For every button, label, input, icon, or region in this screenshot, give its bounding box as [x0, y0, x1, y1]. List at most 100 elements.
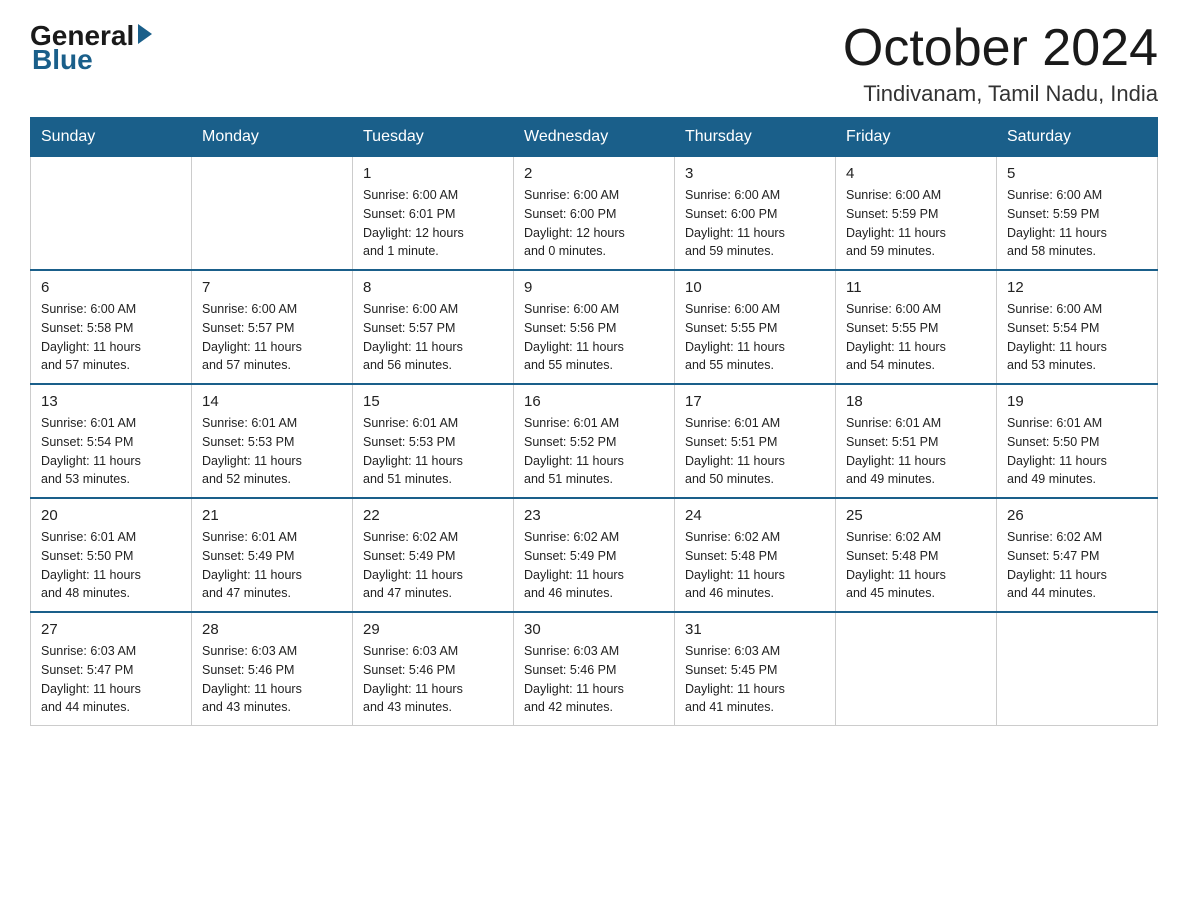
calendar-week-row: 6 Sunrise: 6:00 AM Sunset: 5:58 PM Daylig… [31, 270, 1158, 384]
day-info: Sunrise: 6:01 AM Sunset: 5:50 PM Dayligh… [1007, 414, 1147, 489]
day-info: Sunrise: 6:02 AM Sunset: 5:48 PM Dayligh… [846, 528, 986, 603]
calendar-cell [192, 157, 353, 271]
day-number: 14 [202, 393, 342, 410]
calendar-cell [997, 612, 1158, 726]
day-number: 5 [1007, 165, 1147, 182]
day-info: Sunrise: 6:02 AM Sunset: 5:47 PM Dayligh… [1007, 528, 1147, 603]
day-number: 20 [41, 507, 181, 524]
day-number: 17 [685, 393, 825, 410]
calendar-cell: 12 Sunrise: 6:00 AM Sunset: 5:54 PM Dayli… [997, 270, 1158, 384]
calendar-cell: 27 Sunrise: 6:03 AM Sunset: 5:47 PM Dayli… [31, 612, 192, 726]
day-number: 12 [1007, 279, 1147, 296]
calendar-cell: 28 Sunrise: 6:03 AM Sunset: 5:46 PM Dayli… [192, 612, 353, 726]
weekday-header-tuesday: Tuesday [353, 118, 514, 157]
calendar-cell: 7Sunrise: 6:00 AM Sunset: 5:57 PM Daylig… [192, 270, 353, 384]
calendar-cell: 4Sunrise: 6:00 AM Sunset: 5:59 PM Daylig… [836, 157, 997, 271]
calendar-cell: 31 Sunrise: 6:03 AM Sunset: 5:45 PM Dayli… [675, 612, 836, 726]
day-number: 19 [1007, 393, 1147, 410]
day-number: 11 [846, 279, 986, 296]
day-info: Sunrise: 6:02 AM Sunset: 5:49 PM Dayligh… [524, 528, 664, 603]
weekday-header-row: SundayMondayTuesdayWednesdayThursdayFrid… [31, 118, 1158, 157]
day-info: Sunrise: 6:02 AM Sunset: 5:48 PM Dayligh… [685, 528, 825, 603]
day-info: Sunrise: 6:00 AM Sunset: 6:00 PM Dayligh… [685, 186, 825, 261]
calendar-week-row: 1Sunrise: 6:00 AM Sunset: 6:01 PM Daylig… [31, 157, 1158, 271]
day-number: 6 [41, 279, 181, 296]
weekday-header-monday: Monday [192, 118, 353, 157]
weekday-header-wednesday: Wednesday [514, 118, 675, 157]
day-number: 10 [685, 279, 825, 296]
calendar-cell: 29 Sunrise: 6:03 AM Sunset: 5:46 PM Dayli… [353, 612, 514, 726]
weekday-header-thursday: Thursday [675, 118, 836, 157]
calendar-cell: 15 Sunrise: 6:01 AM Sunset: 5:53 PM Dayli… [353, 384, 514, 498]
day-info: Sunrise: 6:01 AM Sunset: 5:54 PM Dayligh… [41, 414, 181, 489]
calendar-cell: 30 Sunrise: 6:03 AM Sunset: 5:46 PM Dayli… [514, 612, 675, 726]
calendar-cell: 10 Sunrise: 6:00 AM Sunset: 5:55 PM Dayli… [675, 270, 836, 384]
calendar-cell: 9Sunrise: 6:00 AM Sunset: 5:56 PM Daylig… [514, 270, 675, 384]
day-info: Sunrise: 6:02 AM Sunset: 5:49 PM Dayligh… [363, 528, 503, 603]
day-number: 3 [685, 165, 825, 182]
day-number: 28 [202, 621, 342, 638]
calendar-cell: 11 Sunrise: 6:00 AM Sunset: 5:55 PM Dayli… [836, 270, 997, 384]
day-info: Sunrise: 6:00 AM Sunset: 5:58 PM Dayligh… [41, 300, 181, 375]
day-number: 31 [685, 621, 825, 638]
calendar-cell: 16 Sunrise: 6:01 AM Sunset: 5:52 PM Dayli… [514, 384, 675, 498]
day-number: 24 [685, 507, 825, 524]
day-info: Sunrise: 6:00 AM Sunset: 5:55 PM Dayligh… [846, 300, 986, 375]
day-info: Sunrise: 6:03 AM Sunset: 5:46 PM Dayligh… [202, 642, 342, 717]
day-number: 15 [363, 393, 503, 410]
calendar-cell: 20 Sunrise: 6:01 AM Sunset: 5:50 PM Dayli… [31, 498, 192, 612]
calendar-week-row: 13Sunrise: 6:01 AM Sunset: 5:54 PM Dayli… [31, 384, 1158, 498]
day-number: 25 [846, 507, 986, 524]
day-number: 29 [363, 621, 503, 638]
calendar-cell: 18 Sunrise: 6:01 AM Sunset: 5:51 PM Dayli… [836, 384, 997, 498]
day-number: 16 [524, 393, 664, 410]
day-number: 9 [524, 279, 664, 296]
logo-blue-text: Blue [32, 44, 93, 76]
day-info: Sunrise: 6:00 AM Sunset: 5:59 PM Dayligh… [1007, 186, 1147, 261]
page-header: General Blue October 2024 Tindivanam, Ta… [30, 20, 1158, 107]
calendar-table: SundayMondayTuesdayWednesdayThursdayFrid… [30, 117, 1158, 726]
calendar-cell: 5 Sunrise: 6:00 AM Sunset: 5:59 PM Daylig… [997, 157, 1158, 271]
day-number: 27 [41, 621, 181, 638]
day-info: Sunrise: 6:00 AM Sunset: 5:59 PM Dayligh… [846, 186, 986, 261]
day-info: Sunrise: 6:01 AM Sunset: 5:52 PM Dayligh… [524, 414, 664, 489]
day-info: Sunrise: 6:00 AM Sunset: 6:00 PM Dayligh… [524, 186, 664, 261]
calendar-cell: 24 Sunrise: 6:02 AM Sunset: 5:48 PM Dayli… [675, 498, 836, 612]
weekday-header-friday: Friday [836, 118, 997, 157]
day-info: Sunrise: 6:00 AM Sunset: 6:01 PM Dayligh… [363, 186, 503, 261]
day-number: 22 [363, 507, 503, 524]
calendar-week-row: 27 Sunrise: 6:03 AM Sunset: 5:47 PM Dayli… [31, 612, 1158, 726]
title-section: October 2024 Tindivanam, Tamil Nadu, Ind… [843, 20, 1158, 107]
location-text: Tindivanam, Tamil Nadu, India [843, 81, 1158, 107]
calendar-cell: 14Sunrise: 6:01 AM Sunset: 5:53 PM Dayli… [192, 384, 353, 498]
day-info: Sunrise: 6:03 AM Sunset: 5:45 PM Dayligh… [685, 642, 825, 717]
day-info: Sunrise: 6:00 AM Sunset: 5:57 PM Dayligh… [363, 300, 503, 375]
day-info: Sunrise: 6:01 AM Sunset: 5:50 PM Dayligh… [41, 528, 181, 603]
day-info: Sunrise: 6:01 AM Sunset: 5:51 PM Dayligh… [685, 414, 825, 489]
day-info: Sunrise: 6:03 AM Sunset: 5:46 PM Dayligh… [363, 642, 503, 717]
calendar-cell: 25 Sunrise: 6:02 AM Sunset: 5:48 PM Dayli… [836, 498, 997, 612]
calendar-cell: 23 Sunrise: 6:02 AM Sunset: 5:49 PM Dayli… [514, 498, 675, 612]
day-number: 8 [363, 279, 503, 296]
weekday-header-saturday: Saturday [997, 118, 1158, 157]
day-info: Sunrise: 6:01 AM Sunset: 5:51 PM Dayligh… [846, 414, 986, 489]
day-number: 18 [846, 393, 986, 410]
calendar-cell: 8 Sunrise: 6:00 AM Sunset: 5:57 PM Daylig… [353, 270, 514, 384]
day-info: Sunrise: 6:00 AM Sunset: 5:54 PM Dayligh… [1007, 300, 1147, 375]
month-year-title: October 2024 [843, 20, 1158, 77]
calendar-cell: 17 Sunrise: 6:01 AM Sunset: 5:51 PM Dayli… [675, 384, 836, 498]
day-info: Sunrise: 6:01 AM Sunset: 5:53 PM Dayligh… [363, 414, 503, 489]
calendar-week-row: 20 Sunrise: 6:01 AM Sunset: 5:50 PM Dayli… [31, 498, 1158, 612]
day-number: 30 [524, 621, 664, 638]
day-number: 2 [524, 165, 664, 182]
calendar-cell: 21Sunrise: 6:01 AM Sunset: 5:49 PM Dayli… [192, 498, 353, 612]
day-info: Sunrise: 6:03 AM Sunset: 5:47 PM Dayligh… [41, 642, 181, 717]
day-info: Sunrise: 6:03 AM Sunset: 5:46 PM Dayligh… [524, 642, 664, 717]
calendar-cell: 19 Sunrise: 6:01 AM Sunset: 5:50 PM Dayli… [997, 384, 1158, 498]
calendar-cell: 26Sunrise: 6:02 AM Sunset: 5:47 PM Dayli… [997, 498, 1158, 612]
logo: General Blue [30, 20, 152, 76]
calendar-cell: 13Sunrise: 6:01 AM Sunset: 5:54 PM Dayli… [31, 384, 192, 498]
day-info: Sunrise: 6:00 AM Sunset: 5:55 PM Dayligh… [685, 300, 825, 375]
day-number: 23 [524, 507, 664, 524]
calendar-cell: 1Sunrise: 6:00 AM Sunset: 6:01 PM Daylig… [353, 157, 514, 271]
